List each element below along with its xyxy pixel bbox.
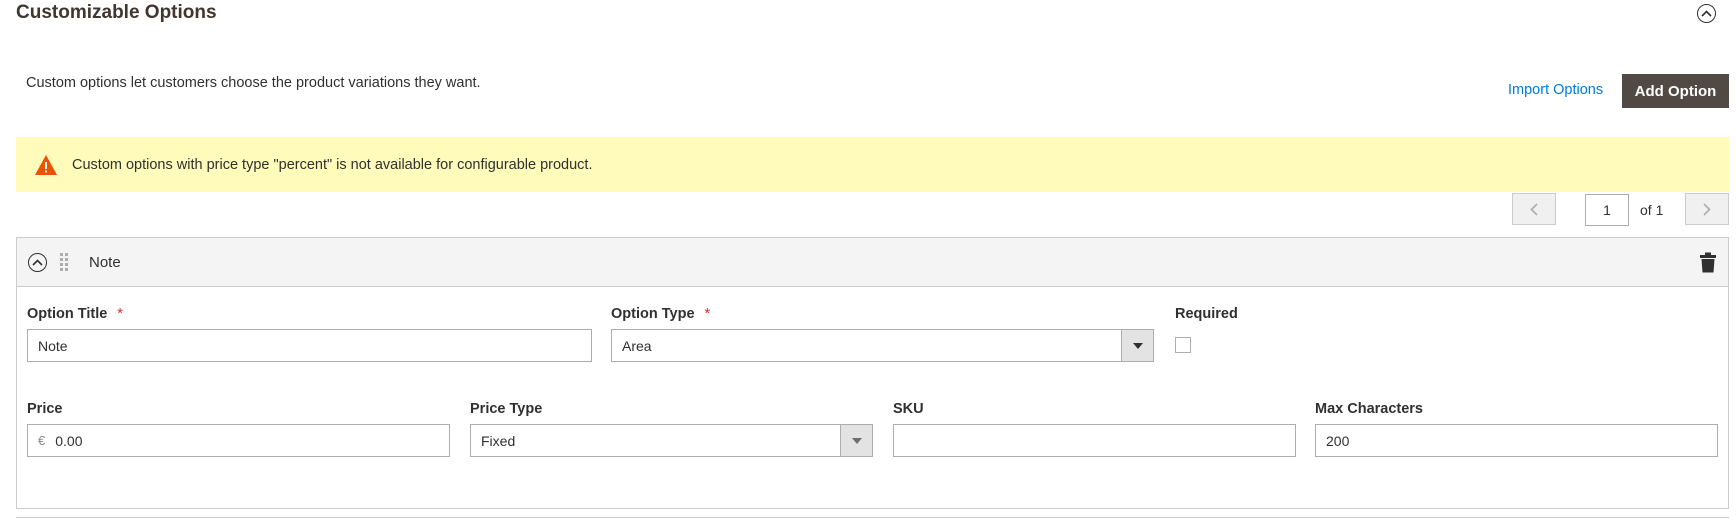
notice-banner: Custom options with price type "percent"… (16, 137, 1729, 192)
option-header: Note (17, 238, 1728, 287)
import-options-link[interactable]: Import Options (1508, 82, 1603, 98)
option-title-label: Option Title * (27, 306, 123, 322)
drag-handle-icon[interactable] (59, 252, 69, 272)
select-arrow[interactable] (840, 425, 872, 456)
price-label: Price (27, 401, 63, 417)
add-option-button[interactable]: Add Option (1622, 74, 1729, 108)
chevron-right-icon (1703, 202, 1711, 216)
option-type-value: Area (622, 337, 652, 354)
trash-icon[interactable] (1699, 252, 1717, 273)
notice-text: Custom options with price type "percent"… (72, 156, 593, 173)
pager-page-input[interactable] (1585, 194, 1629, 226)
option-title-input[interactable] (38, 337, 591, 354)
required-checkbox[interactable] (1175, 337, 1191, 353)
chevron-left-icon (1530, 202, 1538, 216)
section-title: Customizable Options (16, 2, 217, 23)
option-name: Note (89, 254, 121, 271)
option-type-select[interactable]: Area (611, 329, 1154, 362)
option-collapse-button[interactable] (28, 253, 47, 272)
pager-prev-button[interactable] (1512, 193, 1556, 225)
pager-of-label: of 1 (1640, 202, 1664, 218)
required-label: Required (1175, 306, 1238, 322)
required-star: * (117, 306, 123, 322)
option-box: Note (16, 237, 1729, 509)
select-arrow[interactable] (1121, 330, 1153, 361)
bottom-divider (16, 517, 1729, 518)
caret-down-icon (851, 437, 862, 444)
option-type-label: Option Type * (611, 306, 711, 322)
option-title-field[interactable] (27, 329, 592, 362)
price-type-select[interactable]: Fixed (470, 424, 873, 457)
max-characters-label: Max Characters (1315, 401, 1423, 417)
section-intro: Custom options let customers choose the … (26, 75, 481, 91)
sku-field[interactable] (893, 424, 1296, 457)
currency-symbol: € (38, 433, 46, 448)
caret-down-icon (1132, 342, 1143, 349)
price-field[interactable]: € (27, 424, 450, 457)
price-type-value: Fixed (481, 432, 516, 449)
sku-label: SKU (893, 401, 924, 417)
warning-icon (34, 154, 58, 176)
price-input[interactable] (55, 432, 449, 449)
required-star: * (704, 306, 711, 322)
chevron-up-icon (1701, 10, 1712, 17)
pager-next-button[interactable] (1685, 193, 1729, 225)
max-characters-field[interactable] (1315, 424, 1718, 457)
section-collapse-button[interactable] (1697, 4, 1716, 23)
sku-input[interactable] (904, 432, 1295, 449)
max-characters-input[interactable] (1326, 432, 1717, 449)
price-type-label: Price Type (470, 401, 543, 417)
chevron-up-icon (32, 259, 43, 266)
